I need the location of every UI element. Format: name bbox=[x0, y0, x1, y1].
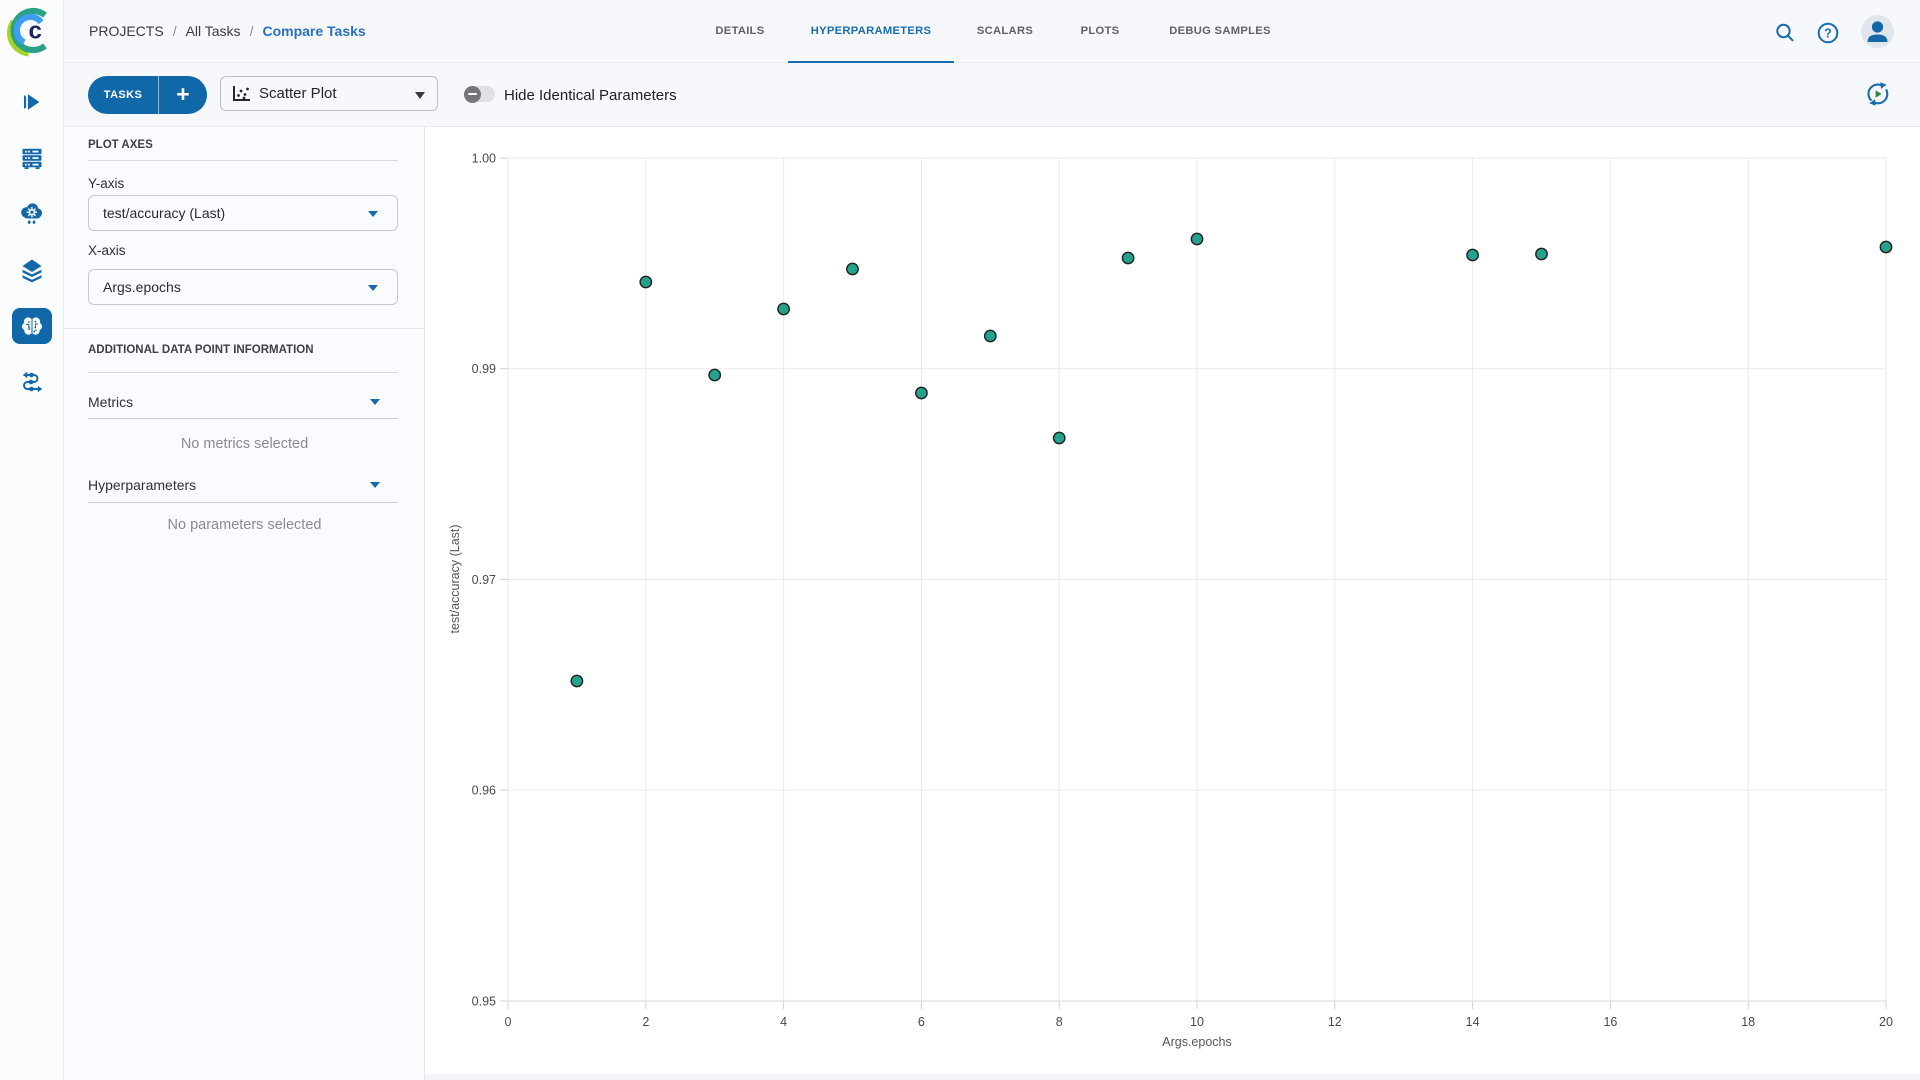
svg-text:6: 6 bbox=[918, 1015, 925, 1029]
svg-text:0: 0 bbox=[505, 1015, 512, 1029]
svg-text:8: 8 bbox=[1056, 1015, 1063, 1029]
svg-text:c: c bbox=[29, 18, 42, 45]
svg-text:test/accuracy (Last): test/accuracy (Last) bbox=[448, 524, 462, 633]
svg-text:14: 14 bbox=[1466, 1015, 1480, 1029]
svg-text:0.95: 0.95 bbox=[472, 995, 496, 1009]
svg-text:18: 18 bbox=[1741, 1015, 1755, 1029]
svg-text:0.96: 0.96 bbox=[472, 784, 496, 798]
svg-text:0.99: 0.99 bbox=[472, 362, 496, 376]
svg-text:4: 4 bbox=[780, 1015, 787, 1029]
svg-text:2: 2 bbox=[642, 1015, 649, 1029]
svg-text:10: 10 bbox=[1190, 1015, 1204, 1029]
svg-text:20: 20 bbox=[1879, 1015, 1893, 1029]
svg-text:Args.epochs: Args.epochs bbox=[1162, 1035, 1231, 1049]
svg-text:16: 16 bbox=[1603, 1015, 1617, 1029]
svg-text:?: ? bbox=[1824, 27, 1832, 41]
svg-text:1.00: 1.00 bbox=[472, 152, 496, 166]
svg-text:12: 12 bbox=[1328, 1015, 1342, 1029]
svg-text:0.97: 0.97 bbox=[472, 573, 496, 587]
